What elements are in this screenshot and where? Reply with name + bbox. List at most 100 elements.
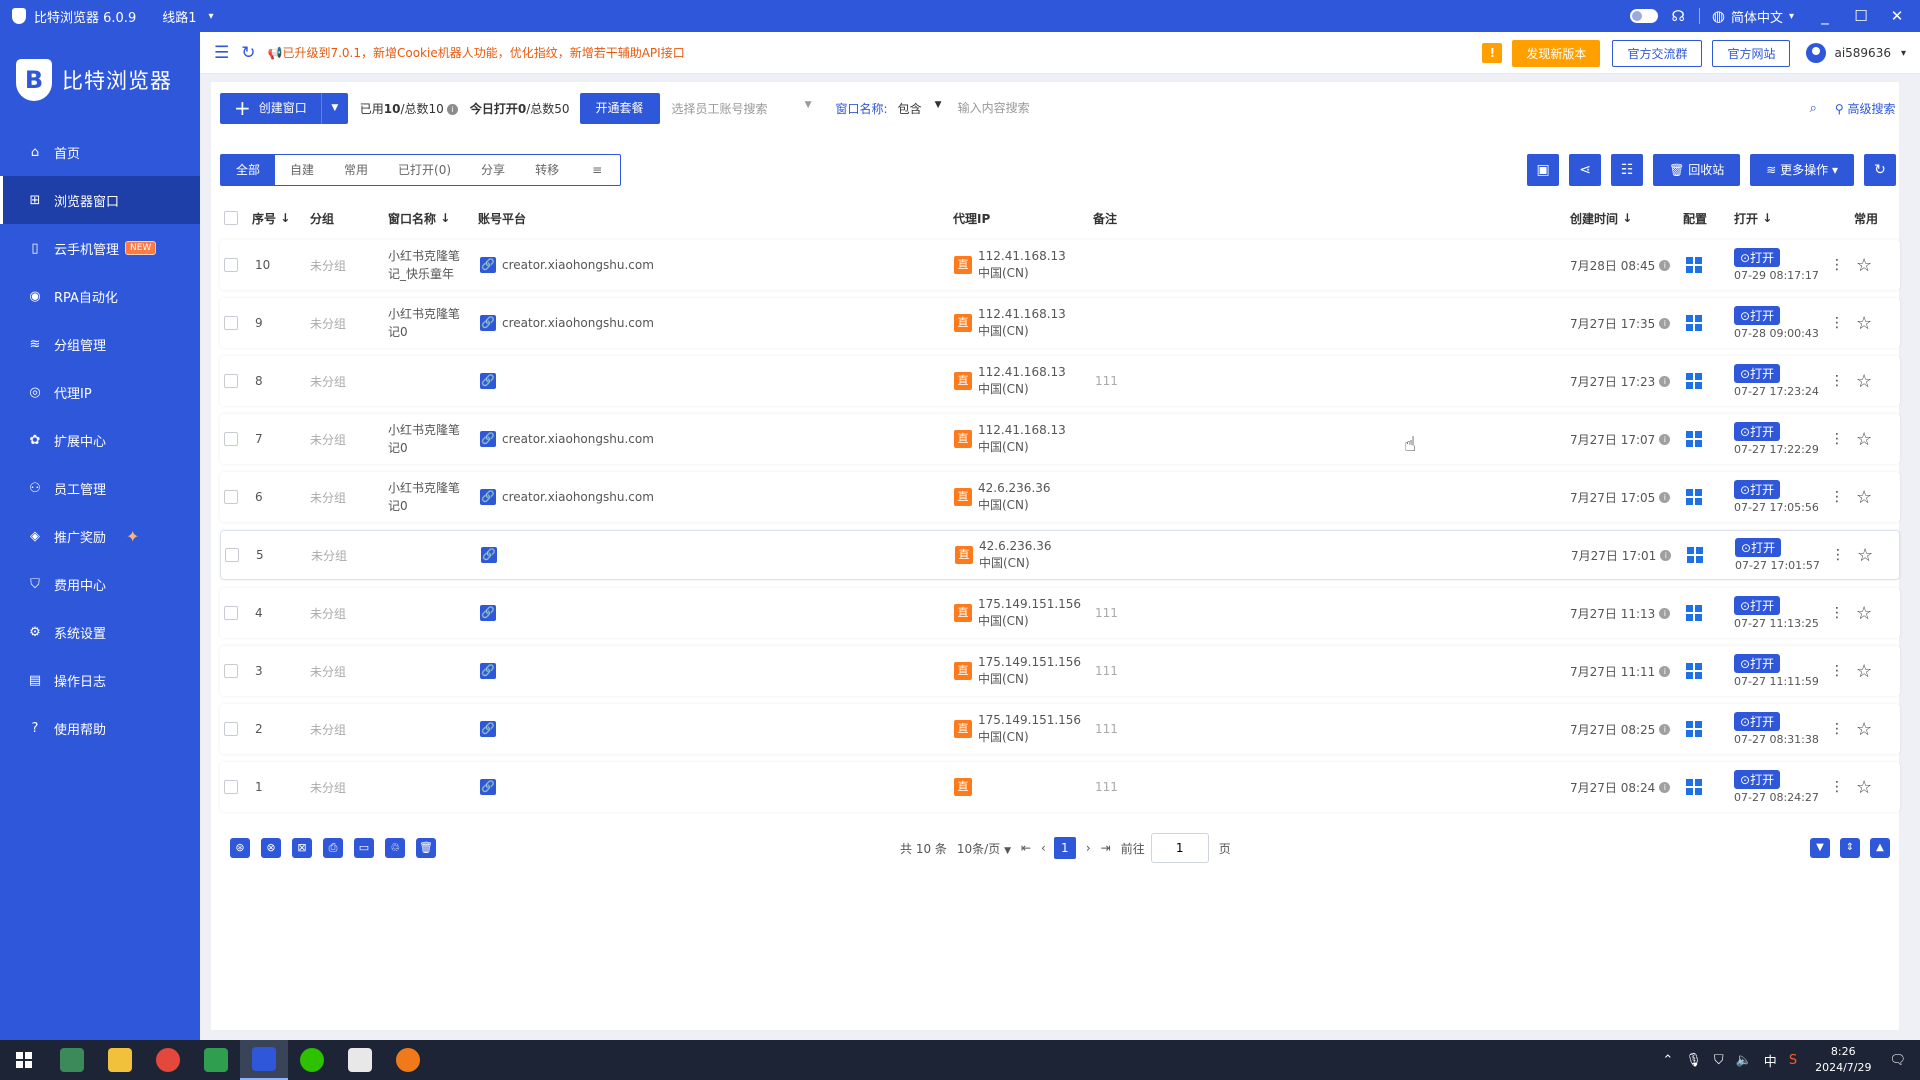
website-button[interactable]: 官方网站 [1712, 39, 1791, 67]
taskbar-app-chrome[interactable] [144, 1040, 192, 1080]
open-browser-button[interactable]: ⊙打开 [1734, 712, 1781, 731]
more-actions-button[interactable]: ≋ 更多操作 ▾ [1750, 154, 1854, 186]
info-icon[interactable]: i [1660, 549, 1672, 561]
header-name[interactable]: 窗口名称 ↓ [388, 201, 450, 235]
next-page-icon[interactable]: › [1086, 841, 1091, 855]
more-options-icon[interactable]: ⋮ [1830, 663, 1844, 679]
row-checkbox[interactable] [224, 258, 238, 272]
taskbar-app-explorer[interactable] [96, 1040, 144, 1080]
sort-icon[interactable]: ≡ [574, 155, 620, 185]
chevron-down-icon[interactable]: ▾ [1789, 11, 1794, 22]
sidebar-item-0[interactable]: ⌂ 首页 [0, 128, 200, 176]
start-button[interactable] [0, 1040, 48, 1080]
info-icon[interactable]: i [1659, 375, 1671, 387]
username[interactable]: ai589636 [1834, 46, 1891, 60]
select-all-icon[interactable]: ⊛ [230, 838, 250, 858]
recycle-icon[interactable]: ♲ [385, 838, 405, 858]
row-platform[interactable]: creator.xiaohongshu.com [502, 490, 654, 504]
taskbar-app-game[interactable] [384, 1040, 432, 1080]
clear-icon[interactable]: ⊠ [292, 838, 312, 858]
row-checkbox[interactable] [224, 664, 238, 678]
more-options-icon[interactable]: ⋮ [1830, 721, 1844, 737]
row-checkbox[interactable] [225, 548, 239, 562]
star-icon[interactable]: ☆ [1856, 429, 1872, 450]
link-icon[interactable]: 🔗 [480, 663, 496, 679]
link-icon[interactable]: 🔗 [480, 779, 496, 795]
star-icon[interactable]: ☆ [1856, 661, 1872, 682]
row-remark[interactable]: 111 [1095, 646, 1118, 696]
window-icon[interactable]: ▭ [354, 838, 374, 858]
row-checkbox[interactable] [224, 780, 238, 794]
taskbar-app-recycle[interactable] [48, 1040, 96, 1080]
scroll-up-icon[interactable]: ▲ [1870, 838, 1890, 858]
avatar[interactable] [1806, 43, 1827, 63]
row-platform[interactable]: creator.xiaohongshu.com [502, 316, 654, 330]
link-icon[interactable]: 🔗 [480, 489, 496, 505]
sidebar-item-8[interactable]: ◈ 推广奖励 ✦ [0, 512, 200, 560]
row-remark[interactable]: 111 [1095, 356, 1118, 406]
link-icon[interactable]: 🔗 [480, 431, 496, 447]
warning-icon[interactable]: ! [1482, 43, 1503, 63]
table-row[interactable]: 7 未分组 小红书克隆笔 记0 🔗 creator.xiaohongshu.com 直 112… [220, 414, 1900, 464]
info-icon[interactable]: i [1659, 259, 1671, 271]
info-icon[interactable]: i [1659, 433, 1671, 445]
taskbar-app-notepad[interactable] [336, 1040, 384, 1080]
line-selector[interactable]: 线路1 [162, 7, 196, 26]
star-icon[interactable]: ☆ [1856, 777, 1872, 798]
upgrade-notice[interactable]: 📢已升级到7.0.1，新增Cookie机器人功能，优化指纹，新增若干辅助API接… [268, 44, 685, 61]
chevron-up-icon[interactable]: ⌃ [1662, 1053, 1673, 1068]
sidebar-item-10[interactable]: ⚙ 系统设置 [0, 608, 200, 656]
taskbar-app-wechat[interactable] [288, 1040, 336, 1080]
row-checkbox[interactable] [224, 374, 238, 388]
table-row[interactable]: 2 未分组 🔗 直 175.149.151.156 中国(CN) 111 7月27日 08:2… [220, 704, 1900, 754]
search-input[interactable] [957, 96, 1810, 120]
select-all-checkbox[interactable] [224, 211, 238, 225]
sidebar-item-5[interactable]: ◎ 代理IP [0, 368, 200, 416]
microphone-icon[interactable]: 🎙 [1685, 1053, 1702, 1068]
notification-icon[interactable]: 🗨 [1889, 1053, 1906, 1068]
tab-2[interactable]: 常用 [329, 155, 383, 185]
tab-0[interactable]: 全部 [221, 155, 276, 185]
row-platform[interactable]: creator.xiaohongshu.com [502, 258, 654, 272]
info-icon[interactable]: i [1659, 781, 1671, 793]
more-options-icon[interactable]: ⋮ [1830, 489, 1844, 505]
open-browser-button[interactable]: ⊙打开 [1734, 654, 1781, 673]
prev-page-icon[interactable]: ‹ [1041, 841, 1046, 855]
row-checkbox[interactable] [224, 722, 238, 736]
link-icon[interactable]: 🔗 [480, 373, 496, 389]
link-icon[interactable]: 🔗 [480, 605, 496, 621]
link-icon[interactable]: 🔗 [480, 721, 496, 737]
table-row[interactable]: 9 未分组 小红书克隆笔 记0 🔗 creator.xiaohongshu.com 直 112… [220, 298, 1900, 348]
sogou-icon[interactable]: S [1789, 1053, 1797, 1068]
more-options-icon[interactable]: ⋮ [1830, 315, 1844, 331]
goto-page-input[interactable] [1150, 833, 1209, 863]
table-row[interactable]: 5 未分组 🔗 直 42.6.236.36 中国(CN) 7月27日 17:01 i ⊙打开 07… [220, 530, 1900, 580]
open-browser-button[interactable]: ⊙打开 [1735, 538, 1782, 557]
maximize-button[interactable]: ☐ [1848, 7, 1874, 25]
chevron-down-icon[interactable]: ▼ [322, 103, 348, 113]
link-icon[interactable]: 🔗 [481, 547, 497, 563]
star-icon[interactable]: ☆ [1856, 255, 1872, 276]
open-browser-button[interactable]: ⊙打开 [1734, 770, 1781, 789]
star-icon[interactable]: ☆ [1856, 719, 1872, 740]
chevron-down-icon[interactable]: ▾ [209, 11, 214, 22]
open-package-button[interactable]: 开通套餐 [579, 92, 660, 124]
recycle-bin-button[interactable]: 🗑 回收站 [1653, 154, 1741, 186]
link-icon[interactable]: 🔗 [480, 257, 496, 273]
collapse-icon[interactable]: ⇕ [1840, 838, 1860, 858]
close-button[interactable]: ✕ [1884, 7, 1910, 25]
info-icon[interactable]: i [1659, 665, 1671, 677]
share-icon[interactable]: ⋖ [1569, 154, 1602, 186]
info-icon[interactable]: i [446, 103, 458, 115]
more-options-icon[interactable]: ⋮ [1831, 547, 1845, 563]
table-row[interactable]: 3 未分组 🔗 直 175.149.151.156 中国(CN) 111 7月27日 11:1… [220, 646, 1900, 696]
volume-icon[interactable]: 🔈 [1736, 1053, 1752, 1068]
row-checkbox[interactable] [224, 606, 238, 620]
tab-4[interactable]: 分享 [466, 155, 520, 185]
info-icon[interactable]: i [1659, 491, 1671, 503]
close-all-icon[interactable]: ⊗ [261, 838, 281, 858]
link-icon[interactable]: 🔗 [480, 315, 496, 331]
header-open[interactable]: 打开 ↓ [1734, 201, 1772, 235]
header-created[interactable]: 创建时间 ↓ [1570, 201, 1632, 235]
star-icon[interactable]: ☆ [1856, 487, 1872, 508]
